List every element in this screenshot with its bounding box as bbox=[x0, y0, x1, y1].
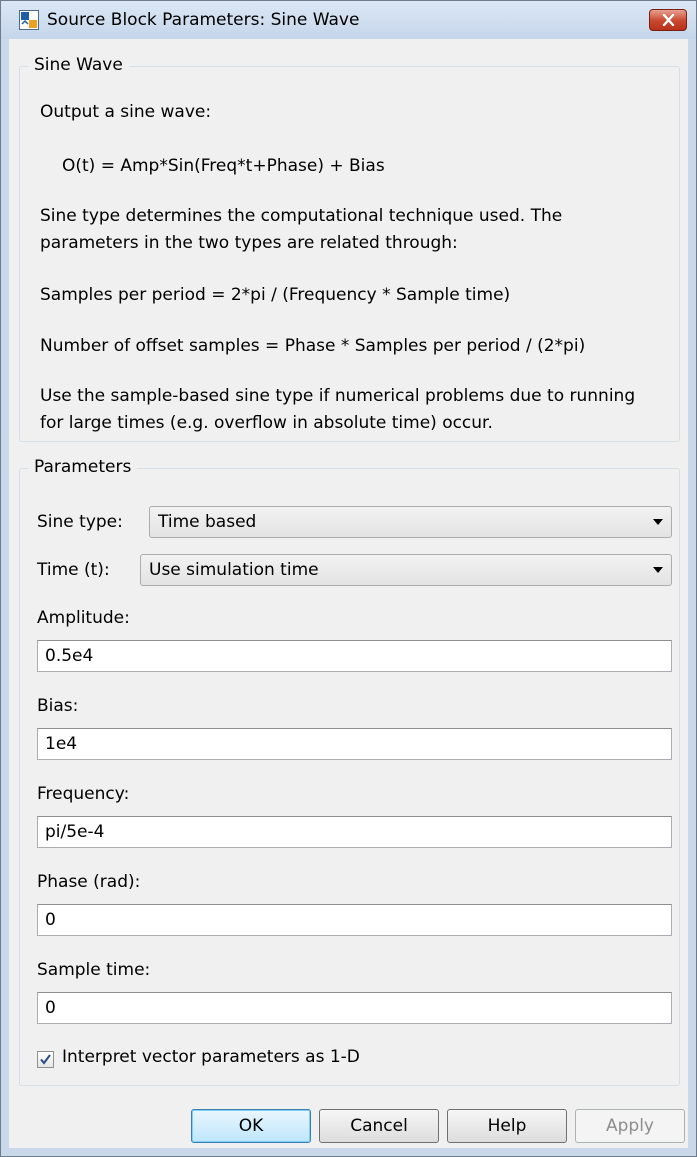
description-line: Number of offset samples = Phase * Sampl… bbox=[40, 336, 586, 356]
window-title: Source Block Parameters: Sine Wave bbox=[47, 10, 360, 30]
sample-time-value: 0 bbox=[45, 998, 56, 1018]
description-group-title: Sine Wave bbox=[28, 55, 129, 75]
parameters-group: Parameters Sine type: Time based Time (t… bbox=[19, 457, 680, 1086]
frequency-label: Frequency: bbox=[37, 784, 130, 804]
cancel-button[interactable]: Cancel bbox=[319, 1109, 439, 1143]
description-group: Sine Wave Output a sine wave: O(t) = Amp… bbox=[19, 55, 680, 442]
phase-field[interactable]: 0 bbox=[37, 904, 672, 936]
time-label: Time (t): bbox=[37, 560, 110, 580]
description-formula: O(t) = Amp*Sin(Freq*t+Phase) + Bias bbox=[62, 156, 385, 176]
interpret-vector-checkbox[interactable] bbox=[37, 1051, 54, 1068]
bias-field[interactable]: 1e4 bbox=[37, 728, 672, 760]
dialog-client-area: Sine Wave Output a sine wave: O(t) = Amp… bbox=[9, 39, 688, 1148]
checkmark-icon bbox=[40, 1054, 51, 1065]
ok-button[interactable]: OK bbox=[191, 1109, 311, 1143]
amplitude-label: Amplitude: bbox=[37, 608, 130, 628]
help-button[interactable]: Help bbox=[447, 1109, 567, 1143]
sine-type-dropdown[interactable]: Time based bbox=[149, 506, 672, 538]
close-button[interactable] bbox=[649, 9, 687, 31]
simulink-block-icon bbox=[19, 10, 39, 30]
description-line: for large times (e.g. overflow in absolu… bbox=[40, 413, 493, 433]
close-icon bbox=[662, 14, 675, 26]
chevron-down-icon bbox=[653, 567, 663, 573]
description-line: Use the sample-based sine type if numeri… bbox=[40, 386, 636, 406]
description-line: parameters in the two types are related … bbox=[40, 233, 458, 253]
interpret-vector-label[interactable]: Interpret vector parameters as 1-D bbox=[62, 1047, 360, 1067]
bias-value: 1e4 bbox=[45, 734, 78, 754]
description-line: Output a sine wave: bbox=[40, 102, 212, 122]
frequency-value: pi/5e-4 bbox=[45, 822, 105, 842]
phase-label: Phase (rad): bbox=[37, 872, 141, 892]
phase-value: 0 bbox=[45, 910, 56, 930]
sample-time-field[interactable]: 0 bbox=[37, 992, 672, 1024]
sine-type-value: Time based bbox=[158, 512, 257, 532]
time-value: Use simulation time bbox=[149, 560, 319, 580]
apply-button[interactable]: Apply bbox=[575, 1109, 685, 1143]
description-line: Samples per period = 2*pi / (Frequency *… bbox=[40, 285, 511, 305]
parameters-group-title: Parameters bbox=[28, 457, 138, 477]
amplitude-field[interactable]: 0.5e4 bbox=[37, 640, 672, 672]
dialog-window: Source Block Parameters: Sine Wave Sine … bbox=[0, 0, 697, 1157]
bias-label: Bias: bbox=[37, 696, 79, 716]
sample-time-label: Sample time: bbox=[37, 960, 151, 980]
chevron-down-icon bbox=[653, 519, 663, 525]
amplitude-value: 0.5e4 bbox=[45, 646, 94, 666]
title-bar[interactable]: Source Block Parameters: Sine Wave bbox=[1, 1, 696, 39]
time-dropdown[interactable]: Use simulation time bbox=[140, 554, 672, 586]
sine-type-label: Sine type: bbox=[37, 512, 123, 532]
description-line: Sine type determines the computational t… bbox=[40, 206, 563, 226]
frequency-field[interactable]: pi/5e-4 bbox=[37, 816, 672, 848]
